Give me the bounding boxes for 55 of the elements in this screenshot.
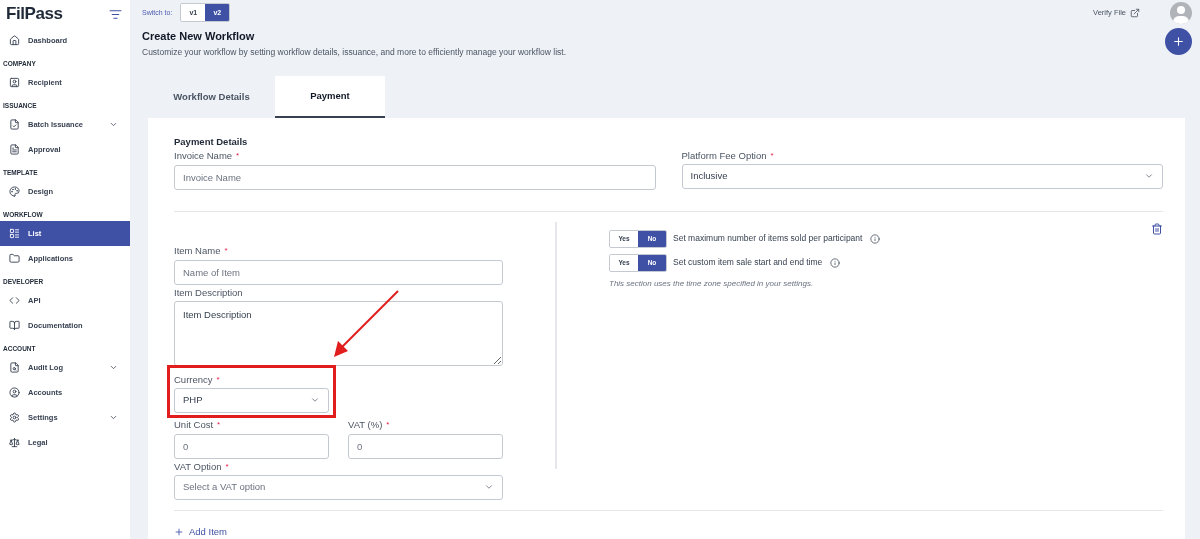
document-icon	[9, 362, 20, 373]
field-label: VAT (%)	[348, 418, 383, 433]
folder-icon	[9, 253, 20, 264]
palette-icon	[9, 186, 20, 197]
add-button[interactable]	[1165, 27, 1192, 55]
required-mark: *	[386, 419, 390, 432]
field-label: Item Name	[174, 244, 221, 259]
text-field[interactable]: 0	[348, 433, 503, 459]
plus-icon	[1172, 34, 1185, 48]
plus-icon	[174, 526, 184, 537]
list-icon	[9, 228, 20, 239]
house-icon	[9, 35, 20, 46]
field-label: Unit Cost	[174, 418, 214, 433]
text-field[interactable]: 0	[174, 433, 329, 459]
required-mark: *	[216, 374, 220, 387]
annotation-arrow	[332, 288, 400, 359]
external-link-icon	[1130, 7, 1140, 18]
text-field[interactable]: Invoice Name	[174, 164, 656, 190]
page-title: Create New Workflow	[142, 28, 256, 44]
gear-icon	[9, 412, 20, 423]
select-field[interactable]: Select a VAT option	[174, 474, 503, 500]
field-label: Invoice Name	[174, 149, 233, 164]
tab[interactable]: Workflow Details	[148, 75, 275, 118]
logo: FilPass	[6, 4, 63, 24]
trash-icon[interactable]	[1151, 222, 1163, 235]
time-zone-note: This section uses the time zone specified in your settings.	[609, 277, 815, 290]
required-mark: *	[217, 419, 221, 432]
add-item-button[interactable]: Add Item	[174, 524, 228, 539]
toggle-label: Set custom item sale start and end time	[673, 256, 823, 270]
document-icon	[9, 144, 20, 155]
info-icon[interactable]	[830, 257, 841, 268]
toggle-label: Set maximum number of items sold per participant	[673, 232, 863, 246]
field-label: Platform Fee Option	[681, 149, 767, 164]
user-circle-icon	[9, 387, 20, 398]
info-icon[interactable]	[870, 233, 881, 244]
text-field[interactable]: Name of Item	[174, 259, 503, 285]
required-mark: *	[236, 150, 240, 163]
field-label: Item Description	[174, 286, 243, 301]
book-icon	[9, 320, 20, 331]
required-mark: *	[770, 150, 774, 163]
code-icon	[9, 295, 20, 306]
description-field[interactable]: Item Description	[174, 300, 503, 366]
select-field[interactable]: Inclusive	[681, 163, 1163, 189]
menu-icon[interactable]	[109, 7, 122, 21]
select-field[interactable]: PHP	[174, 387, 329, 413]
scale-icon	[9, 437, 20, 448]
section-title: Payment Details	[174, 134, 249, 149]
required-mark: *	[225, 461, 229, 474]
tab[interactable]: Payment	[275, 75, 385, 118]
page-subtitle: Customize your workflow by setting workflow details, issuance, and more to efficiently manage your workflow list.	[142, 46, 568, 59]
field-label: Currency	[174, 373, 213, 388]
document-icon	[9, 119, 20, 130]
field-label: VAT Option	[174, 460, 222, 475]
user-card-icon	[9, 77, 20, 88]
required-mark: *	[224, 245, 228, 258]
